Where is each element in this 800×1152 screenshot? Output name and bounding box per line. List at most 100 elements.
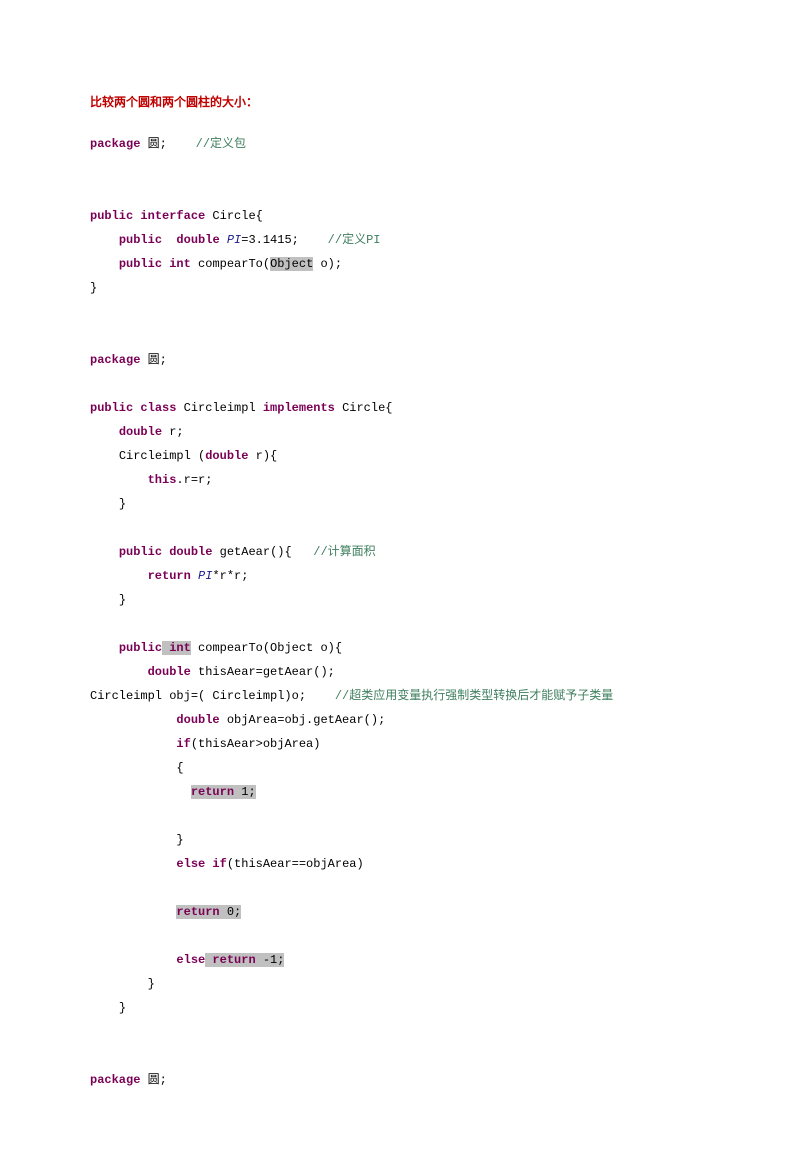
keyword: else [176, 953, 205, 967]
method: compearTo(Object o){ [191, 641, 342, 655]
document-page: 比较两个圆和两个圆柱的大小： package 圆; //定义包 public i… [0, 0, 800, 1152]
code-line: return PI*r*r; [90, 564, 710, 588]
keyword: else [176, 857, 205, 871]
blank [90, 1020, 710, 1044]
keyword: return [148, 569, 191, 583]
keyword: double [162, 545, 212, 559]
highlighted-return: return [191, 785, 234, 799]
highlighted-keyword: int [162, 641, 191, 655]
identifier: Circleimpl [176, 401, 262, 415]
keyword: public [90, 209, 133, 223]
code-line: } [90, 828, 710, 852]
keyword: if [205, 857, 227, 871]
code-line: public double PI=3.1415; //定义PI [90, 228, 710, 252]
code-line: public class Circleimpl implements Circl… [90, 396, 710, 420]
identifier: Circle{ [335, 401, 393, 415]
code-line: if(thisAear>objArea) [90, 732, 710, 756]
constructor: Circleimpl ( [119, 449, 205, 463]
code-line: else return -1; [90, 948, 710, 972]
keyword: package [90, 1073, 140, 1087]
code-line: package 圆; [90, 348, 710, 372]
blank [90, 300, 710, 324]
code-line: { [90, 756, 710, 780]
blank [90, 876, 710, 900]
heading: 比较两个圆和两个圆柱的大小： [90, 90, 710, 114]
code-line: this.r=r; [90, 468, 710, 492]
keyword: implements [263, 401, 335, 415]
code-line: Circleimpl obj=( Circleimpl)o; //超类应用变量执… [90, 684, 710, 708]
brace: } [119, 1001, 126, 1015]
highlighted-value: -1; [256, 953, 285, 967]
keyword: public [119, 233, 162, 247]
brace: } [148, 977, 155, 991]
blank [90, 324, 710, 348]
condition: (thisAear>objArea) [191, 737, 321, 751]
code-line: double objArea=obj.getAear(); [90, 708, 710, 732]
code-line: Circleimpl (double r){ [90, 444, 710, 468]
keyword: public [119, 257, 162, 271]
expr: *r*r; [212, 569, 248, 583]
highlighted-return: return [205, 953, 255, 967]
statement: Circleimpl obj=( Circleimpl)o; [90, 689, 306, 703]
keyword: double [176, 713, 219, 727]
keyword: class [133, 401, 176, 415]
highlighted-type: Object [270, 257, 313, 271]
identifier: 圆; [140, 137, 166, 151]
brace: } [90, 281, 97, 295]
comment: //定义包 [167, 137, 246, 151]
assign: objArea=obj.getAear(); [220, 713, 386, 727]
highlighted-value: 1; [234, 785, 256, 799]
keyword: double [205, 449, 248, 463]
code-line: return 1; [90, 780, 710, 804]
blank [90, 516, 710, 540]
blank [90, 156, 710, 180]
blank [90, 924, 710, 948]
code-line: package 圆; //定义包 [90, 132, 710, 156]
comment: //定义PI [299, 233, 381, 247]
code-line: public double getAear(){ //计算面积 [90, 540, 710, 564]
keyword: double [119, 425, 162, 439]
blank [90, 804, 710, 828]
code-line: } [90, 588, 710, 612]
code-line: } [90, 996, 710, 1020]
assign: .r=r; [176, 473, 212, 487]
keyword: public [90, 401, 133, 415]
method: compearTo( [191, 257, 270, 271]
highlighted-return: return [176, 905, 219, 919]
identifier: Circle{ [205, 209, 263, 223]
value: =3.1415; [241, 233, 299, 247]
highlighted-value: 0; [220, 905, 242, 919]
code-line: public int compearTo(Object o){ [90, 636, 710, 660]
code-line: else if(thisAear==objArea) [90, 852, 710, 876]
keyword: this [148, 473, 177, 487]
identifier: r; [162, 425, 184, 439]
code-line: } [90, 276, 710, 300]
identifier: 圆; [140, 1073, 166, 1087]
keyword: package [90, 353, 140, 367]
keyword: public [119, 545, 162, 559]
brace: } [119, 593, 126, 607]
blank [90, 1044, 710, 1068]
keyword: public [119, 641, 162, 655]
brace: { [176, 761, 183, 775]
condition: (thisAear==objArea) [227, 857, 364, 871]
code-line: return 0; [90, 900, 710, 924]
code-line: } [90, 492, 710, 516]
param: r){ [248, 449, 277, 463]
blank [90, 372, 710, 396]
keyword: double [162, 233, 220, 247]
keyword: int [162, 257, 191, 271]
comment: //计算面积 [292, 545, 376, 559]
assign: thisAear=getAear(); [191, 665, 335, 679]
blank [90, 612, 710, 636]
code-line: double r; [90, 420, 710, 444]
keyword: package [90, 137, 140, 151]
keyword: double [148, 665, 191, 679]
constant: PI [220, 233, 242, 247]
code-line: double thisAear=getAear(); [90, 660, 710, 684]
brace: } [176, 833, 183, 847]
identifier: 圆; [140, 353, 166, 367]
keyword: if [176, 737, 190, 751]
code-line: public int compearTo(Object o); [90, 252, 710, 276]
method: o); [313, 257, 342, 271]
